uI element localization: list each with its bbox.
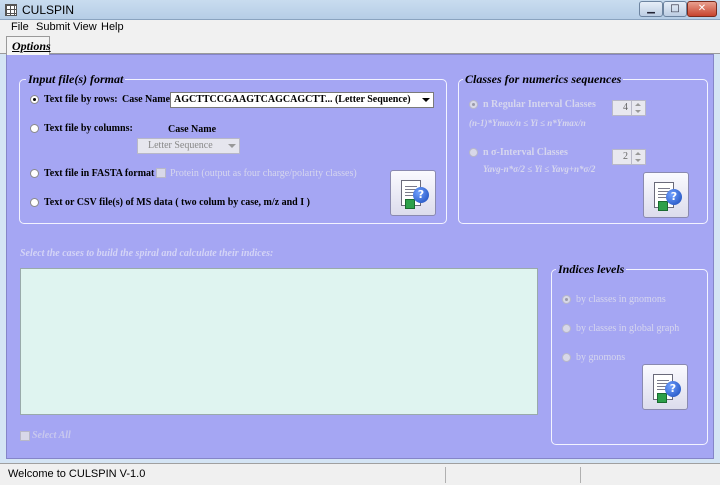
minimize-button[interactable]: ▁ [639,1,663,17]
rows-label: Text file by rows: [44,94,118,105]
cases-instruction: Select the cases to build the spiral and… [20,248,274,259]
regular-classes-value: 4 [623,102,628,113]
input-format-title: Input file(s) format [26,72,126,87]
protein-checkbox[interactable] [156,168,166,178]
case-name-label: Case Name [122,94,171,105]
regular-classes-radio[interactable] [469,100,478,109]
csv-radio[interactable] [30,198,39,207]
indices-levels-title: Indices levels [556,262,627,277]
csv-label: Text or CSV file(s) of MS data ( two col… [44,197,310,208]
status-text: Welcome to CULSPIN V-1.0 [8,468,146,480]
regular-classes-label: n Regular Interval Classes [483,99,596,110]
protein-label: Protein (output as four charge/polarity … [170,168,357,179]
cases-list[interactable] [20,268,538,415]
tab-options[interactable]: Options [6,36,51,55]
sigma-classes-label: n σ-Interval Classes [483,147,568,158]
chevron-down-icon [422,98,430,102]
columns-case-value: Letter Sequence [148,140,213,151]
maximize-button[interactable]: □ [663,1,687,17]
window-title: CULSPIN [22,3,75,17]
columns-case-select[interactable]: Letter Sequence [137,138,240,154]
app-grid-icon [5,4,17,16]
help-icon: ? [413,187,429,203]
case-name-value: AGCTTCCGAAGTCAGCAGCTT... (Letter Sequenc… [174,94,411,105]
gnomons-label: by gnomons [576,352,626,363]
title-bar: CULSPIN ▁ □ ✕ [0,0,720,20]
classes-help-button[interactable]: ? [643,172,689,218]
select-all-label: Select All [32,430,71,441]
green-square-icon [658,201,668,211]
global-graph-radio[interactable] [562,324,571,333]
columns-radio[interactable] [30,124,39,133]
input-help-button[interactable]: ? [390,170,436,216]
rows-radio[interactable] [30,95,39,104]
sigma-classes-value: 2 [623,151,628,162]
green-square-icon [657,393,667,403]
spinner-arrows-icon[interactable] [631,101,645,115]
input-format-group: Input file(s) format Text file by rows: … [19,72,447,224]
status-separator [445,467,446,483]
menu-file[interactable]: File [11,21,29,33]
global-graph-label: by classes in global graph [576,323,680,334]
fasta-radio[interactable] [30,169,39,178]
regular-classes-spinner[interactable]: 4 [612,100,646,116]
sigma-classes-radio[interactable] [469,148,478,157]
indices-levels-group: Indices levels by classes in gnomons by … [551,262,708,445]
tab-strip [0,35,720,54]
gnomons-radio[interactable] [562,353,571,362]
classes-group: Classes for numerics sequences n Regular… [458,72,708,224]
spinner-arrows-icon[interactable] [631,150,645,164]
sigma-formula: Yavg-n*σ/2 ≤ Yi ≤ Yavg+n*σ/2 [483,164,596,174]
gnomon-classes-radio[interactable] [562,295,571,304]
columns-label: Text file by columns: [44,123,133,134]
menu-submit[interactable]: Submit [36,21,70,33]
help-icon: ? [665,381,681,397]
regular-formula: (n-1)*Ymax/n ≤ Yi ≤ n*Ymax/n [469,118,586,128]
close-button[interactable]: ✕ [687,1,717,17]
gnomon-classes-label: by classes in gnomons [576,294,666,305]
classes-title: Classes for numerics sequences [463,72,624,87]
chevron-down-icon [228,144,236,148]
green-square-icon [405,199,415,209]
fasta-label: Text file in FASTA format [44,168,155,179]
menu-bar: File Submit View Help [0,20,720,35]
case-name-select[interactable]: AGCTTCCGAAGTCAGCAGCTT... (Letter Sequenc… [170,92,434,108]
status-bar: Welcome to CULSPIN V-1.0 [0,463,720,485]
menu-view[interactable]: View [73,21,97,33]
sigma-classes-spinner[interactable]: 2 [612,149,646,165]
columns-case-name-label: Case Name [168,124,217,135]
select-all-checkbox[interactable] [20,431,30,441]
menu-help[interactable]: Help [101,21,124,33]
help-icon: ? [666,189,682,205]
indices-help-button[interactable]: ? [642,364,688,410]
status-separator [580,467,581,483]
